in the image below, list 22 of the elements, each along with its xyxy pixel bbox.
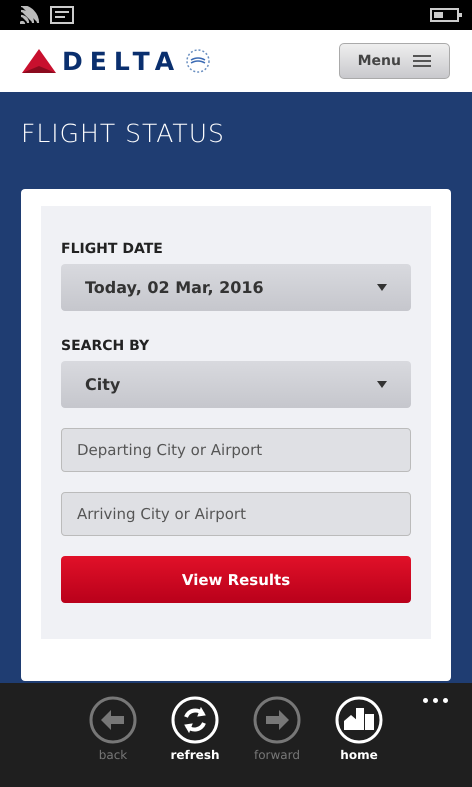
menu-button[interactable]: Menu xyxy=(338,43,450,79)
message-icon xyxy=(50,6,74,24)
house-icon xyxy=(335,696,383,744)
dropdown-arrow-icon xyxy=(377,284,387,291)
battery-icon xyxy=(430,7,462,23)
view-results-button[interactable]: View Results xyxy=(61,556,411,603)
menu-icon xyxy=(413,54,431,68)
departing-field[interactable]: Departing City or Airport xyxy=(61,428,411,472)
refresh-button[interactable]: refresh xyxy=(162,696,228,787)
date-dropdown[interactable]: Today, 02 Mar, 2016 xyxy=(61,264,411,311)
refresh-icon xyxy=(171,696,219,744)
signal-icon xyxy=(20,6,40,24)
field-label: FLIGHT DATE xyxy=(61,241,164,257)
triangle-logo-icon xyxy=(22,49,56,73)
home-button[interactable]: home xyxy=(326,696,392,787)
page-title: FLIGHT STATUS xyxy=(21,119,226,150)
dropdown-arrow-icon xyxy=(377,381,387,388)
search-by-dropdown[interactable]: City xyxy=(61,361,411,408)
logo-text: DELTA xyxy=(62,46,182,76)
more-icon[interactable] xyxy=(423,698,448,703)
arriving-field[interactable]: Arriving City or Airport xyxy=(61,492,411,536)
field-label: SEARCH BY xyxy=(61,338,150,354)
